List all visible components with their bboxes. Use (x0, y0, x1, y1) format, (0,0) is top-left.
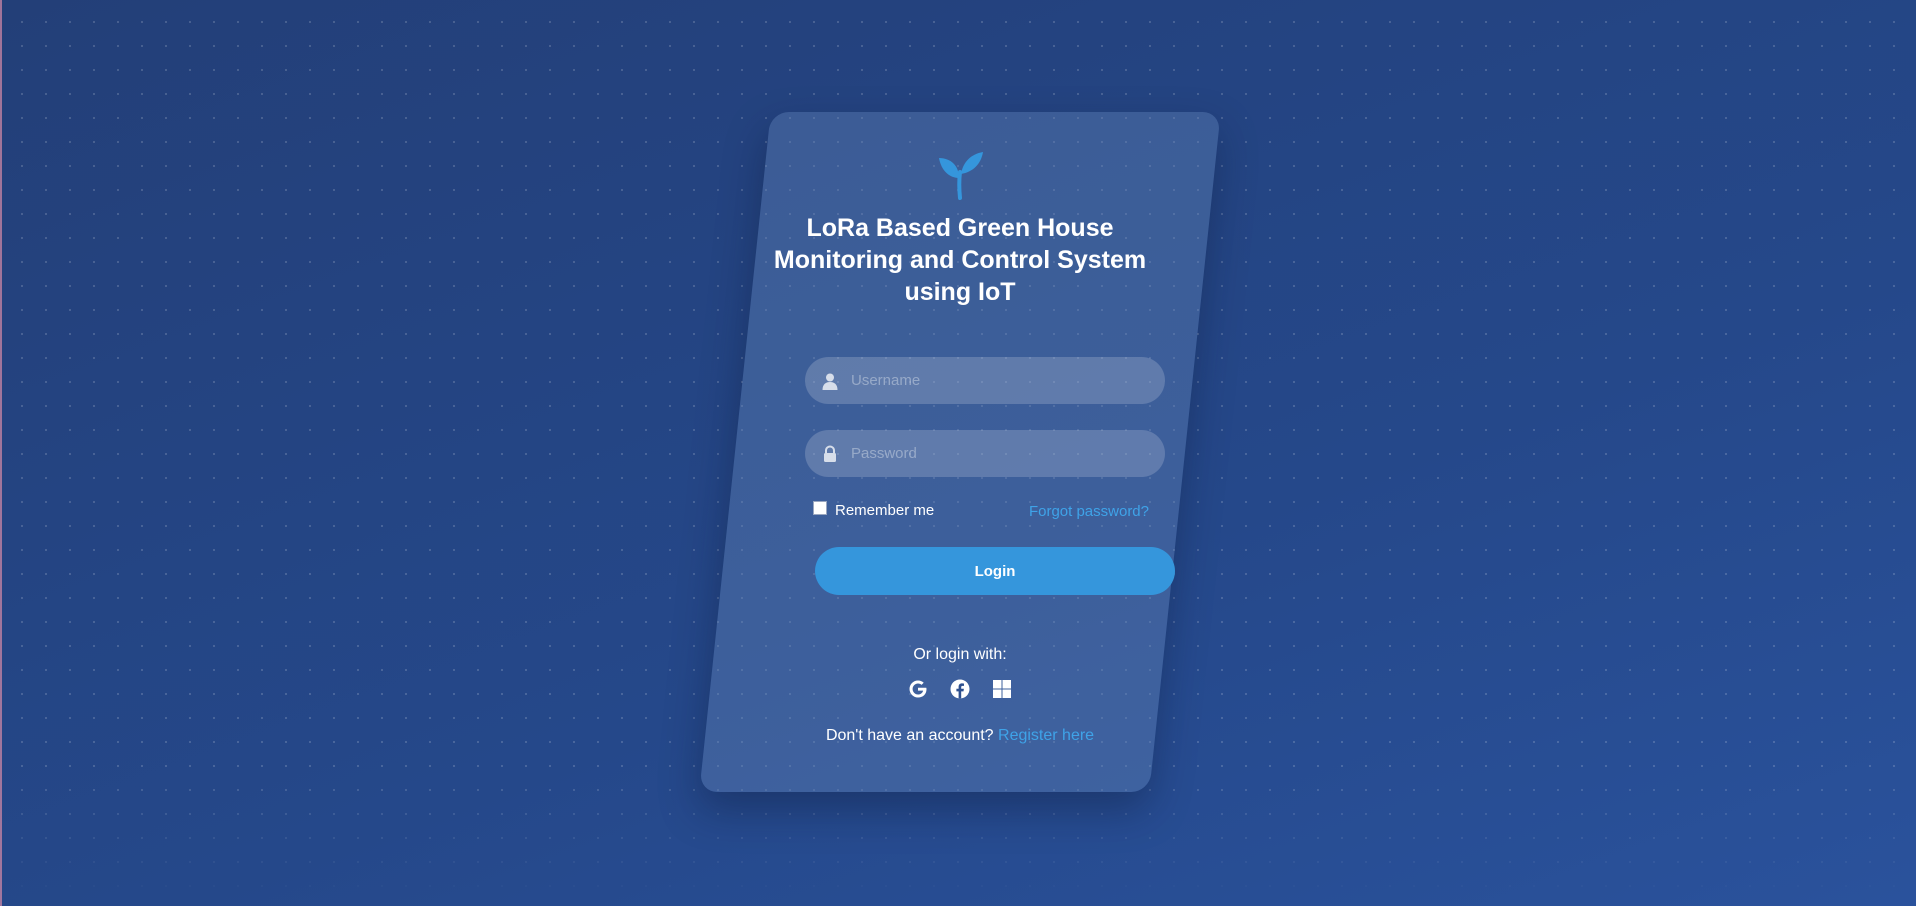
remember-me-label: Remember me (835, 502, 935, 519)
social-login-prompt: Or login with: (913, 646, 1007, 663)
register-text: Don't have an account? (825, 727, 994, 744)
social-login-buttons (735, 678, 1185, 700)
windows-icon[interactable] (991, 678, 1013, 700)
register-prompt: Don't have an account? Register here (735, 727, 1185, 745)
facebook-icon[interactable] (949, 678, 971, 700)
login-button[interactable]: Login (815, 547, 1175, 595)
lock-icon (821, 444, 839, 463)
login-card: LoRa Based Green House Monitoring and Co… (699, 112, 1221, 792)
user-icon (821, 372, 839, 390)
remember-me[interactable]: Remember me (813, 500, 935, 519)
forgot-password-link[interactable]: Forgot password? (1029, 503, 1149, 520)
seedling-icon (933, 148, 987, 202)
google-icon[interactable] (907, 678, 929, 700)
login-card-content: LoRa Based Green House Monitoring and Co… (735, 112, 1185, 792)
password-input[interactable] (849, 444, 1143, 463)
username-field[interactable] (805, 357, 1165, 404)
page-title: LoRa Based Green House Monitoring and Co… (773, 214, 1147, 306)
remember-me-checkbox[interactable] (813, 500, 827, 515)
password-field[interactable] (805, 430, 1165, 477)
register-link[interactable]: Register here (998, 727, 1094, 744)
window-edge (0, 0, 2, 906)
username-input[interactable] (849, 371, 1143, 390)
